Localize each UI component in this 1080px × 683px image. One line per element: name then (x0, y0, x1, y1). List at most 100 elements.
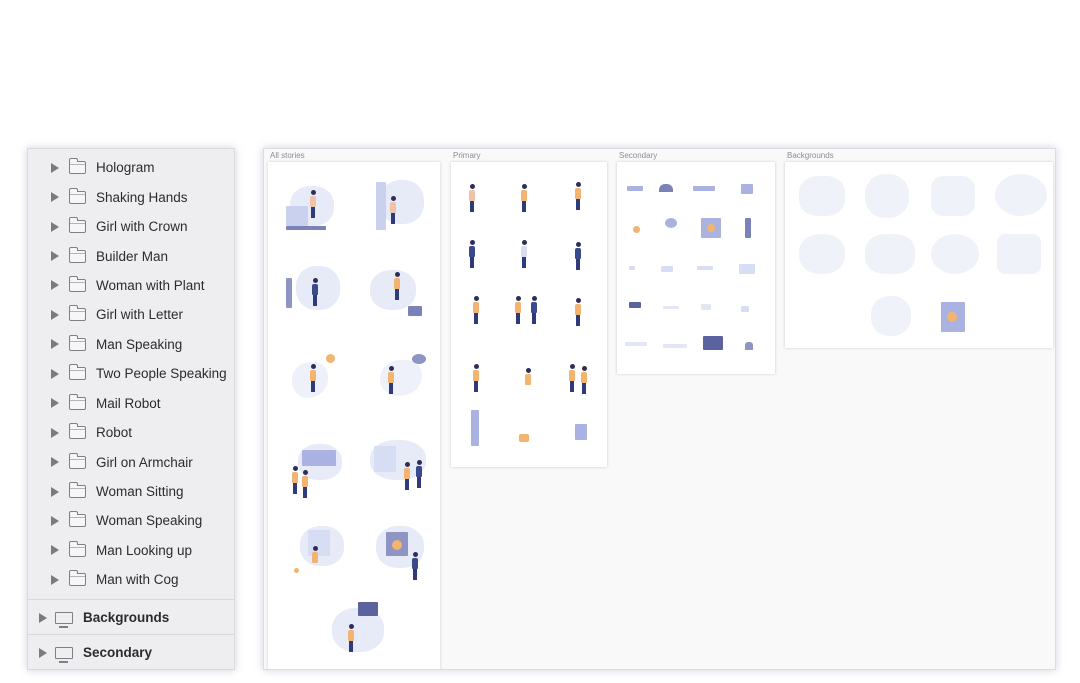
figure-girl-with-crown (575, 182, 581, 210)
layer-label: Man Speaking (96, 336, 183, 352)
layer-label: Man Looking up (96, 542, 193, 558)
layer-item-robot[interactable]: Robot (28, 418, 234, 447)
expand-caret-icon[interactable] (51, 515, 59, 526)
layer-label: Girl with Letter (96, 307, 184, 323)
group-item-secondary[interactable]: Secondary (28, 634, 234, 670)
background-thumb-7 (931, 234, 979, 274)
background-thumb-5 (799, 234, 845, 274)
layer-item-girl-on-armchair[interactable]: Girl on Armchair (28, 447, 234, 476)
element-cup (741, 306, 749, 312)
layer-label: Man with Cog (96, 572, 179, 588)
background-thumb-8 (997, 234, 1041, 274)
background-thumb-4 (995, 174, 1047, 216)
layer-item-woman-sitting[interactable]: Woman Sitting (28, 477, 234, 506)
layer-item-man-looking-up[interactable]: Man Looking up (28, 536, 234, 565)
artboard-title-backgrounds[interactable]: Backgrounds (787, 151, 834, 160)
artboard-all-stories[interactable] (268, 162, 440, 669)
background-thumb-3 (931, 176, 975, 216)
figure-two-people-right (531, 296, 537, 324)
expand-caret-icon[interactable] (51, 221, 59, 232)
folder-icon (68, 540, 86, 557)
expand-caret-icon[interactable] (51, 251, 59, 262)
expand-caret-icon[interactable] (39, 612, 47, 623)
artboard-icon (55, 646, 73, 663)
expand-caret-icon[interactable] (39, 647, 47, 658)
expand-caret-icon[interactable] (51, 545, 59, 556)
layer-item-two-people-speaking[interactable]: Two People Speaking (28, 359, 234, 388)
layer-item-man-speaking[interactable]: Man Speaking (28, 330, 234, 359)
illustration-builder-man (366, 262, 426, 322)
artboard-title-secondary[interactable]: Secondary (619, 151, 657, 160)
background-thumb-2 (865, 174, 909, 218)
folder-icon (68, 511, 86, 528)
illustration-woman-with-plant (282, 350, 342, 410)
artboard-primary[interactable] (451, 162, 607, 467)
element-lamp (659, 184, 673, 192)
figure-woman-speaking (581, 366, 587, 394)
artboard-icon (55, 611, 73, 628)
folder-icon (68, 570, 86, 587)
element-box (741, 184, 753, 194)
design-canvas[interactable]: All stories Primary Secondary Background… (263, 148, 1056, 670)
layer-label: Two People Speaking (96, 366, 227, 382)
layer-item-man-with-cog[interactable]: Man with Cog (28, 565, 234, 594)
layer-item-mail-robot[interactable]: Mail Robot (28, 389, 234, 418)
illustration-shaking-hands (366, 176, 426, 236)
layer-label: Mail Robot (96, 395, 161, 411)
layer-item-girl-with-letter[interactable]: Girl with Letter (28, 300, 234, 329)
figure-mail-robot (575, 298, 581, 326)
layer-item-girl-with-crown[interactable]: Girl with Crown (28, 212, 234, 241)
artboard-title-all-stories[interactable]: All stories (270, 151, 305, 160)
layer-label: Shaking Hands (96, 189, 188, 205)
group-item-backgrounds[interactable]: Backgrounds (28, 599, 234, 635)
illustration-girl-with-letter (366, 350, 426, 410)
folder-icon (68, 217, 86, 234)
folder-icon (68, 187, 86, 204)
artboard-secondary[interactable] (617, 162, 775, 374)
layer-label: Hologram (96, 160, 155, 176)
layers-panel: Hologram Shaking Hands Girl with Crown B… (27, 148, 235, 670)
figure-woman-with-plant (521, 240, 527, 268)
layer-label: Woman with Plant (96, 277, 205, 293)
artboard-title-primary[interactable]: Primary (453, 151, 481, 160)
expand-caret-icon[interactable] (51, 427, 59, 438)
expand-caret-icon[interactable] (51, 280, 59, 291)
element-plant (665, 218, 677, 228)
element-desk (625, 342, 647, 346)
layer-item-woman-speaking[interactable]: Woman Speaking (28, 506, 234, 535)
expand-caret-icon[interactable] (51, 398, 59, 409)
expand-caret-icon[interactable] (51, 309, 59, 320)
folder-icon (68, 393, 86, 410)
folder-icon (68, 452, 86, 469)
group-label: Backgrounds (83, 610, 170, 625)
figure-robot (473, 364, 479, 392)
background-thumb-1 (799, 176, 845, 216)
illustration-mail-robot (366, 524, 430, 588)
expand-caret-icon[interactable] (51, 486, 59, 497)
element-small-1 (629, 266, 635, 270)
layer-label: Builder Man (96, 248, 169, 264)
layer-item-shaking-hands[interactable]: Shaking Hands (28, 182, 234, 211)
figure-woman-sitting (569, 364, 575, 392)
element-stand (745, 218, 751, 238)
background-thumb-9 (871, 296, 911, 336)
expand-caret-icon[interactable] (51, 457, 59, 468)
layer-label: Woman Speaking (96, 513, 203, 529)
folder-icon (68, 482, 86, 499)
layer-item-builder-man[interactable]: Builder Man (28, 241, 234, 270)
artboard-backgrounds[interactable] (785, 162, 1053, 348)
expand-caret-icon[interactable] (51, 339, 59, 350)
layer-item-hologram[interactable]: Hologram (28, 153, 234, 182)
folder-icon (68, 158, 86, 175)
expand-caret-icon[interactable] (51, 192, 59, 203)
layer-item-woman-with-plant[interactable]: Woman with Plant (28, 271, 234, 300)
figure-shaking-hands (521, 184, 527, 212)
figure-builder-man (469, 240, 475, 268)
expand-caret-icon[interactable] (51, 574, 59, 585)
expand-caret-icon[interactable] (51, 368, 59, 379)
folder-icon (68, 364, 86, 381)
figure-extra (575, 424, 587, 440)
layer-label: Woman Sitting (96, 484, 184, 500)
element-table (693, 186, 715, 191)
expand-caret-icon[interactable] (51, 162, 59, 173)
